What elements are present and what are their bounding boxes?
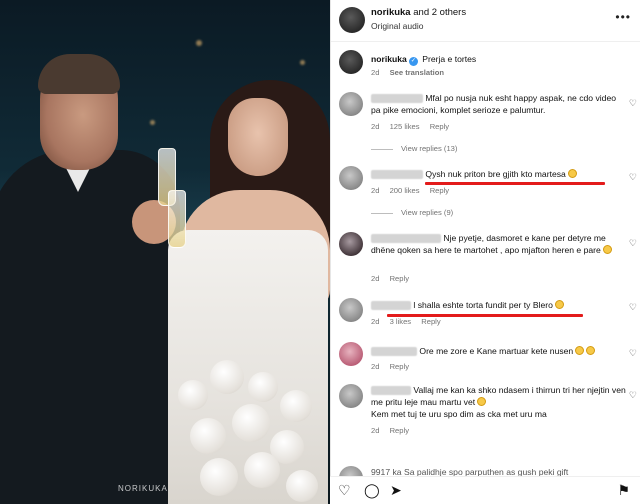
- reply-button[interactable]: Reply: [430, 186, 449, 195]
- verified-badge-icon: ✓: [408, 57, 418, 66]
- like-heart-icon[interactable]: ♡: [629, 98, 637, 109]
- comment-icon[interactable]: ◯: [364, 482, 380, 499]
- commenter-avatar[interactable]: [339, 232, 363, 256]
- comment-age: 2d: [371, 362, 380, 371]
- comment-age: 2d: [371, 426, 380, 435]
- grinning-emoji-icon: [477, 397, 487, 406]
- post-header: norikuka and 2 others Original audio •••: [331, 0, 640, 42]
- author-avatar[interactable]: [339, 7, 365, 33]
- comment-likes[interactable]: 125 likes: [390, 122, 420, 131]
- dress-petal: [248, 372, 278, 402]
- blurred-username: [371, 386, 411, 396]
- blurred-username: [371, 170, 423, 180]
- comment-text: Qysh nuk priton bre gjith kto martesa: [425, 169, 566, 179]
- commenter-avatar[interactable]: [339, 384, 363, 408]
- comment-text: l shalla eshte torta fundit per ty Blero: [413, 300, 553, 310]
- caption-text: Prerja e tortes: [422, 54, 477, 64]
- dress-petal: [178, 380, 208, 410]
- blurred-username: [371, 234, 441, 244]
- dress-petal: [200, 458, 238, 496]
- grinning-emoji-icon: [575, 346, 585, 355]
- comment-likes[interactable]: 200 likes: [390, 186, 420, 195]
- comment-age: 2d: [371, 186, 380, 195]
- dress-petal: [280, 390, 312, 422]
- like-heart-icon[interactable]: ♡: [629, 348, 637, 359]
- reply-button[interactable]: Reply: [430, 122, 449, 131]
- caption-username[interactable]: norikuka: [371, 54, 407, 64]
- commenter-avatar[interactable]: [339, 92, 363, 116]
- like-heart-icon[interactable]: ♡: [629, 302, 637, 313]
- dress-petal: [232, 404, 270, 442]
- blurred-username: [371, 94, 423, 104]
- save-icon[interactable]: ⚑: [617, 482, 630, 499]
- more-horizontal-icon[interactable]: •••: [615, 10, 631, 24]
- commenter-avatar[interactable]: [339, 298, 363, 322]
- commenter-avatar[interactable]: [339, 342, 363, 366]
- dress-petal: [286, 470, 318, 502]
- video-watermark: NORIKUKA: [118, 484, 168, 493]
- collaborators[interactable]: and 2 others: [413, 7, 466, 18]
- post-action-bar: ♡ ◯ ➤ ⚑: [330, 476, 640, 504]
- comment-text: Ore me zore e Kane martuar kete nusen: [419, 346, 574, 356]
- bride-face: [228, 98, 288, 176]
- blurred-username: [371, 301, 411, 311]
- reply-button[interactable]: Reply: [421, 317, 440, 326]
- blurred-username: [371, 347, 417, 357]
- comments-panel: norikuka and 2 others Original audio •••…: [330, 0, 640, 504]
- author-username[interactable]: norikuka: [371, 7, 411, 18]
- city-light: [300, 60, 305, 65]
- share-icon[interactable]: ➤: [390, 482, 402, 499]
- reply-button[interactable]: Reply: [390, 362, 409, 371]
- grinning-emoji-icon: [602, 245, 612, 254]
- grinning-emoji-icon: [554, 300, 564, 309]
- comment-age: 2d: [371, 274, 380, 283]
- like-heart-icon[interactable]: ♡: [629, 172, 637, 183]
- comment-age: 2d: [371, 122, 380, 131]
- groom-hair: [38, 54, 120, 94]
- dress-petal: [210, 360, 244, 394]
- city-light: [150, 120, 155, 125]
- heart-icon[interactable]: ♡: [338, 482, 351, 499]
- see-translation-link[interactable]: See translation: [390, 68, 444, 77]
- grinning-emoji-icon: [586, 346, 596, 355]
- champagne-glass: [168, 190, 186, 248]
- author-line: norikuka and 2 others: [371, 7, 466, 18]
- dress-petal: [190, 418, 226, 454]
- original-audio-link[interactable]: Original audio: [371, 21, 423, 31]
- like-heart-icon[interactable]: ♡: [629, 390, 637, 401]
- reply-button[interactable]: Reply: [390, 426, 409, 435]
- comment-text-line2: Kem met tuj te uru spo dim as cka met ur…: [371, 409, 547, 419]
- comment-likes[interactable]: 3 likes: [390, 317, 412, 326]
- reply-button[interactable]: Reply: [390, 274, 409, 283]
- city-light: [196, 40, 202, 46]
- view-replies-button[interactable]: View replies (9): [371, 208, 453, 217]
- commenter-avatar[interactable]: [339, 166, 363, 190]
- view-replies-button[interactable]: View replies (13): [371, 144, 457, 153]
- post-video[interactable]: NORIKUKA: [0, 0, 330, 504]
- dress-petal: [244, 452, 280, 488]
- caption-age: 2d: [371, 68, 380, 77]
- author-avatar[interactable]: [339, 50, 363, 74]
- comment-age: 2d: [371, 317, 380, 326]
- red-underline: [425, 182, 605, 185]
- grinning-emoji-icon: [567, 169, 577, 178]
- like-heart-icon[interactable]: ♡: [629, 238, 637, 249]
